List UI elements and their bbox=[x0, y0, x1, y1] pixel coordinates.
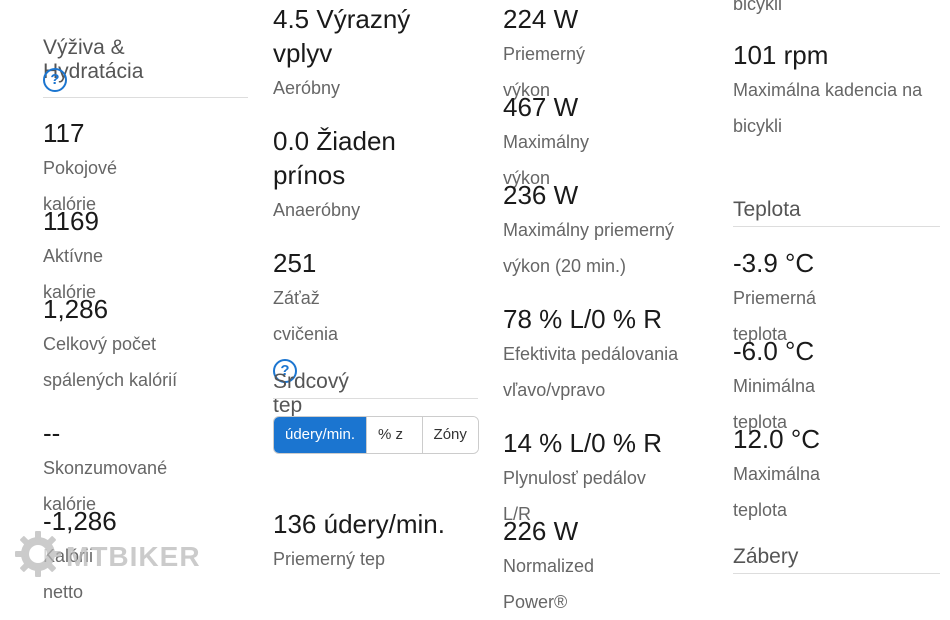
training-load-value: 251 bbox=[273, 248, 317, 278]
anaerobic-effect-label: Anaeróbny bbox=[273, 200, 361, 220]
max-cadence: 101 rpm Maximálna kadencia na bicykli bbox=[733, 38, 933, 144]
consumed-calories-value: -- bbox=[43, 418, 61, 448]
active-calories-value: 1169 bbox=[43, 206, 99, 236]
max-cadence-value: 101 rpm bbox=[733, 40, 829, 70]
max-temperature-value: 12.0 °C bbox=[733, 424, 821, 454]
max-avg-power-20min: 236 W Maximálny priemerný výkon (20 min.… bbox=[503, 178, 708, 284]
mtbiker-watermark: MTBIKER bbox=[14, 530, 201, 583]
total-calories-label: Celkový počet spálených kalórií bbox=[43, 334, 178, 390]
tab-percent-max[interactable]: % z max. bbox=[366, 417, 422, 453]
pedal-efficiency-label: Efektivita pedálovania vľavo/vpravo bbox=[503, 344, 679, 400]
strokes-title: Zábery bbox=[733, 545, 799, 568]
aerobic-effect-label: Aeróbny bbox=[273, 78, 341, 98]
heart-rate-tabs: údery/min. % z max. Zóny bbox=[273, 416, 479, 454]
min-temperature-value: -6.0 °C bbox=[733, 336, 815, 366]
pedal-efficiency-value: 78 % L/0 % R bbox=[503, 304, 662, 334]
temperature-title: Teplota bbox=[733, 198, 801, 221]
gear-icon bbox=[14, 530, 62, 583]
pedal-smoothness-value: 14 % L/0 % R bbox=[503, 428, 662, 458]
avg-heart-rate-label: Priemerný tep bbox=[273, 549, 386, 569]
training-load-label: Záťaž cvičenia bbox=[273, 288, 339, 344]
max-cadence-label: Maximálna kadencia na bicykli bbox=[733, 80, 923, 136]
normalized-power-label: Normalized Power® bbox=[503, 556, 595, 612]
temperature-divider bbox=[733, 226, 940, 227]
strokes-divider bbox=[733, 573, 940, 574]
max-temperature-label: Maximálna teplota bbox=[733, 464, 821, 520]
max-power-value: 467 W bbox=[503, 92, 579, 122]
anaerobic-effect-value: 0.0 Žiaden prínos bbox=[273, 126, 396, 190]
nutrition-help-icon[interactable]: ? bbox=[43, 68, 67, 92]
normalized-power-value: 226 W bbox=[503, 516, 579, 546]
cadence-partial-label: bicykli bbox=[733, 0, 783, 14]
aerobic-effect: 4.5 Výrazný vplyv Aeróbny bbox=[273, 2, 473, 106]
resting-calories-value: 117 bbox=[43, 118, 85, 148]
watermark-text: MTBIKER bbox=[66, 540, 201, 572]
normalized-power: 226 W Normalized Power® bbox=[503, 514, 594, 620]
avg-temperature-value: -3.9 °C bbox=[733, 248, 815, 278]
avg-power-value: 224 W bbox=[503, 4, 579, 34]
total-calories-value: 1,286 bbox=[43, 294, 109, 324]
avg-heart-rate: 136 údery/min. Priemerný tep bbox=[273, 507, 445, 577]
tab-zones[interactable]: Zóny bbox=[421, 417, 478, 453]
pedal-efficiency: 78 % L/0 % R Efektivita pedálovania vľav… bbox=[503, 302, 708, 408]
max-avg-power-20min-value: 236 W bbox=[503, 180, 579, 210]
total-calories: 1,286 Celkový počet spálených kalórií bbox=[43, 292, 213, 398]
aerobic-effect-value: 4.5 Výrazný vplyv bbox=[273, 4, 411, 68]
heart-rate-title: Srdcový tep bbox=[273, 370, 349, 417]
avg-heart-rate-value: 136 údery/min. bbox=[273, 509, 445, 539]
training-load: 251 Záťaž cvičenia ? bbox=[273, 246, 338, 388]
nutrition-divider bbox=[43, 97, 248, 98]
max-avg-power-20min-label: Maximálny priemerný výkon (20 min.) bbox=[503, 220, 675, 276]
anaerobic-effect: 0.0 Žiaden prínos Anaeróbny bbox=[273, 124, 473, 228]
tab-bpm[interactable]: údery/min. bbox=[274, 417, 367, 453]
heart-rate-divider bbox=[273, 398, 478, 399]
max-temperature: 12.0 °C Maximálna teplota bbox=[733, 422, 820, 528]
